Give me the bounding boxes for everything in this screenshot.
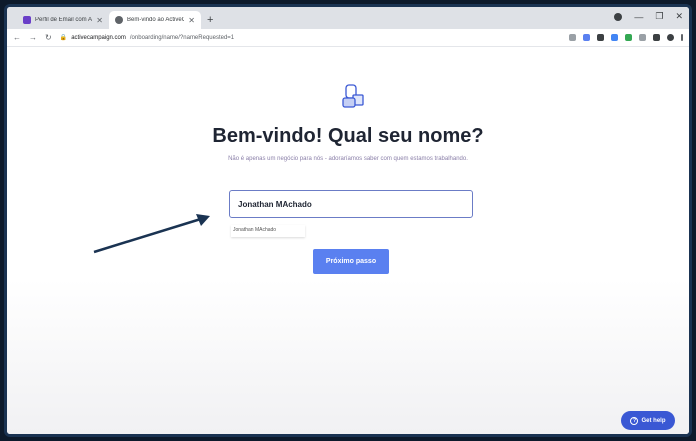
page-title: Bem-vindo! Qual seu nome?: [212, 125, 484, 147]
forward-icon[interactable]: →: [29, 33, 37, 42]
close-tab-icon[interactable]: ✕: [96, 16, 103, 25]
close-window-icon[interactable]: ✕: [675, 11, 683, 22]
activecampaign-favicon-icon: [23, 16, 31, 24]
name-input[interactable]: [229, 190, 473, 218]
get-help-button[interactable]: ? Get help: [621, 411, 675, 430]
autofill-suggestion[interactable]: Jonathan MAchado: [231, 225, 305, 237]
window-controls: — ❐ ✕: [614, 11, 683, 22]
url-host: activecampaign.com: [71, 34, 126, 41]
extension-icon[interactable]: [639, 34, 646, 41]
profile-icon[interactable]: [614, 12, 623, 21]
maximize-icon[interactable]: ❐: [655, 11, 663, 22]
puzzle-icon[interactable]: [653, 34, 660, 41]
tab-bar: Perfil de Email com ActiveCampai ✕ Bem-v…: [7, 7, 689, 29]
new-tab-button[interactable]: +: [201, 14, 219, 29]
minimize-icon[interactable]: —: [634, 12, 643, 22]
globe-favicon-icon: [115, 16, 123, 24]
tab-welcome[interactable]: Bem-vindo ao ActiveCampaign ✕: [109, 11, 201, 29]
star-icon[interactable]: [569, 34, 576, 41]
close-tab-icon[interactable]: ✕: [188, 16, 195, 25]
address-bar: ← → ↻ 🔒 activecampaign.com/onboarding/na…: [7, 29, 689, 47]
lock-icon: 🔒: [59, 35, 68, 41]
extensions-area: [569, 34, 683, 41]
annotation-arrow-icon: [93, 214, 210, 254]
onboarding-illustration-icon: [342, 84, 364, 108]
question-icon: ?: [630, 416, 639, 425]
reload-icon[interactable]: ↻: [45, 33, 52, 42]
url-path: /onboarding/name/?nameRequested=1: [129, 34, 235, 41]
tab-title: Perfil de Email com ActiveCampai: [35, 17, 93, 23]
tab-email-profile[interactable]: Perfil de Email com ActiveCampai ✕: [17, 11, 109, 29]
menu-icon[interactable]: [681, 34, 683, 41]
url-field[interactable]: 🔒 activecampaign.com/onboarding/name/?na…: [59, 34, 561, 42]
extension-icon[interactable]: [597, 34, 604, 41]
extension-icon[interactable]: [583, 34, 590, 41]
help-label: Get help: [641, 417, 666, 424]
page-subtitle: Não é apenas um negócio para nós - adora…: [228, 156, 468, 162]
back-icon[interactable]: ←: [13, 33, 21, 42]
tab-title: Bem-vindo ao ActiveCampaign: [127, 17, 185, 23]
extension-icon[interactable]: [611, 34, 618, 41]
extension-icon[interactable]: [625, 34, 632, 41]
avatar[interactable]: [667, 34, 674, 41]
next-step-button[interactable]: Próximo passo: [313, 249, 389, 274]
